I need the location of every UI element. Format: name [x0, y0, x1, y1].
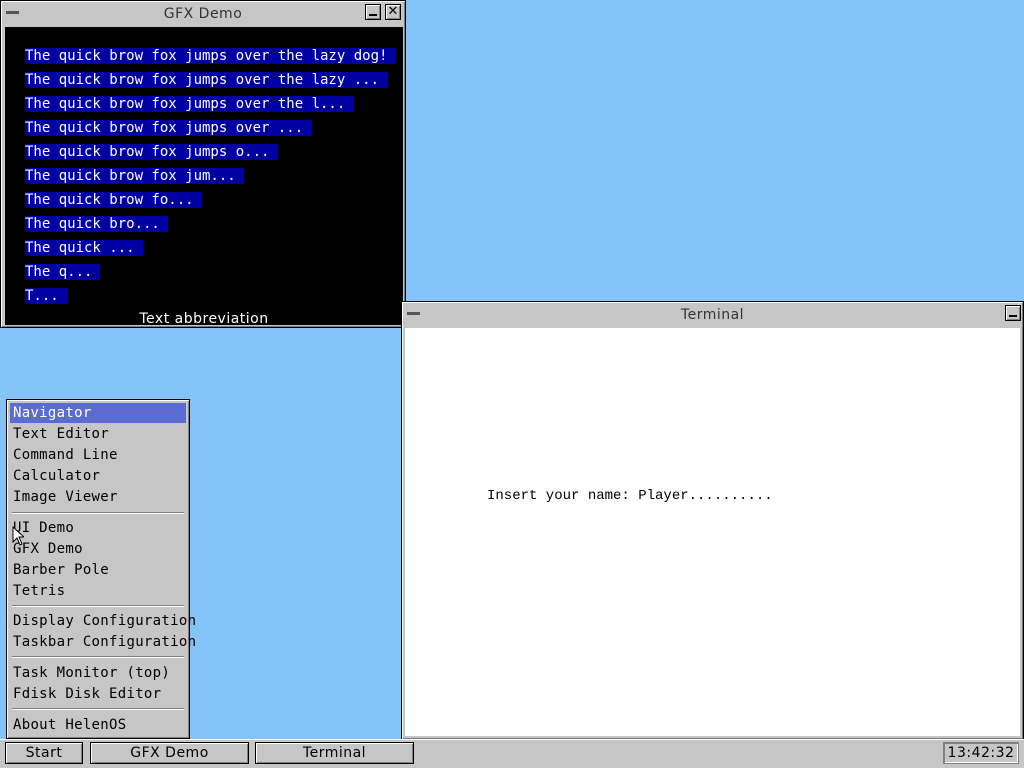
abbr-line-5: The quick brow fox jumps o...: [25, 144, 278, 160]
abbr-line-8: The quick bro...: [25, 216, 168, 232]
terminal-content[interactable]: Insert your name: Player..........: [405, 328, 1020, 736]
menu-item-navigator[interactable]: Navigator: [10, 403, 186, 423]
menu-item-text-editor[interactable]: Text Editor: [10, 424, 186, 444]
terminal-prompt: Insert your name: Player..........: [487, 488, 773, 504]
taskbar-clock: 13:42:32: [943, 742, 1019, 764]
menu-item-task-monitor[interactable]: Task Monitor (top): [10, 663, 186, 683]
abbr-line-4: The quick brow fox jumps over ...: [25, 120, 312, 136]
menu-item-barber-pole[interactable]: Barber Pole: [10, 560, 186, 580]
taskbar-task-terminal[interactable]: Terminal: [255, 742, 414, 764]
gfx-demo-titlebar[interactable]: GFX Demo: [3, 3, 403, 25]
menu-item-gfx-demo[interactable]: GFX Demo: [10, 539, 186, 559]
menu-separator: [12, 708, 184, 710]
system-menu-icon[interactable]: [4, 6, 22, 18]
menu-separator: [12, 656, 184, 658]
close-icon[interactable]: ✕: [385, 4, 401, 20]
menu-item-calculator[interactable]: Calculator: [10, 466, 186, 486]
abbr-line-1: The quick brow fox jumps over the lazy d…: [25, 48, 396, 64]
system-menu-icon[interactable]: [405, 307, 423, 319]
gfx-demo-title: GFX Demo: [163, 6, 243, 22]
abbr-line-2: The quick brow fox jumps over the lazy .…: [25, 72, 388, 88]
gfx-canvas: The quick brow fox jumps over the lazy d…: [5, 27, 403, 327]
minimize-icon[interactable]: [365, 4, 381, 20]
abbr-line-3: The quick brow fox jumps over the l...: [25, 96, 354, 112]
menu-item-fdisk-disk-editor[interactable]: Fdisk Disk Editor: [10, 684, 186, 704]
menu-item-display-configuration[interactable]: Display Configuration: [10, 611, 196, 631]
abbr-line-10: The q...: [25, 264, 101, 280]
menu-separator: [12, 605, 184, 607]
menu-item-image-viewer[interactable]: Image Viewer: [10, 487, 186, 507]
gfx-caption: Text abbreviation: [139, 311, 269, 327]
menu-separator: [12, 512, 184, 514]
abbr-line-9: The quick ...: [25, 240, 143, 256]
menu-item-command-line[interactable]: Command Line: [10, 445, 186, 465]
gfx-demo-window[interactable]: GFX Demo ✕ The quick brow fox jumps over…: [0, 0, 406, 328]
abbr-line-11: T...: [25, 288, 67, 304]
terminal-titlebar[interactable]: Terminal: [404, 304, 1021, 326]
minimize-icon[interactable]: [1005, 305, 1021, 321]
menu-item-tetris[interactable]: Tetris: [10, 581, 186, 601]
taskbar-task-gfx-demo[interactable]: GFX Demo: [90, 742, 249, 764]
start-menu[interactable]: Navigator Text Editor Command Line Calcu…: [6, 399, 196, 739]
menu-item-ui-demo[interactable]: UI Demo: [10, 518, 186, 538]
menu-item-taskbar-configuration[interactable]: Taskbar Configuration: [10, 632, 196, 652]
taskbar: Start GFX Demo Terminal 13:42:32: [0, 739, 1024, 768]
start-button[interactable]: Start: [5, 742, 83, 764]
mouse-pointer-icon: [12, 526, 24, 546]
terminal-title: Terminal: [680, 307, 745, 323]
terminal-window[interactable]: Terminal Insert your name: Player.......…: [401, 301, 1024, 740]
abbr-line-6: The quick brow fox jum...: [25, 168, 244, 184]
abbr-line-7: The quick brow fo...: [25, 192, 202, 208]
menu-item-about-helenos[interactable]: About HelenOS: [10, 715, 186, 735]
